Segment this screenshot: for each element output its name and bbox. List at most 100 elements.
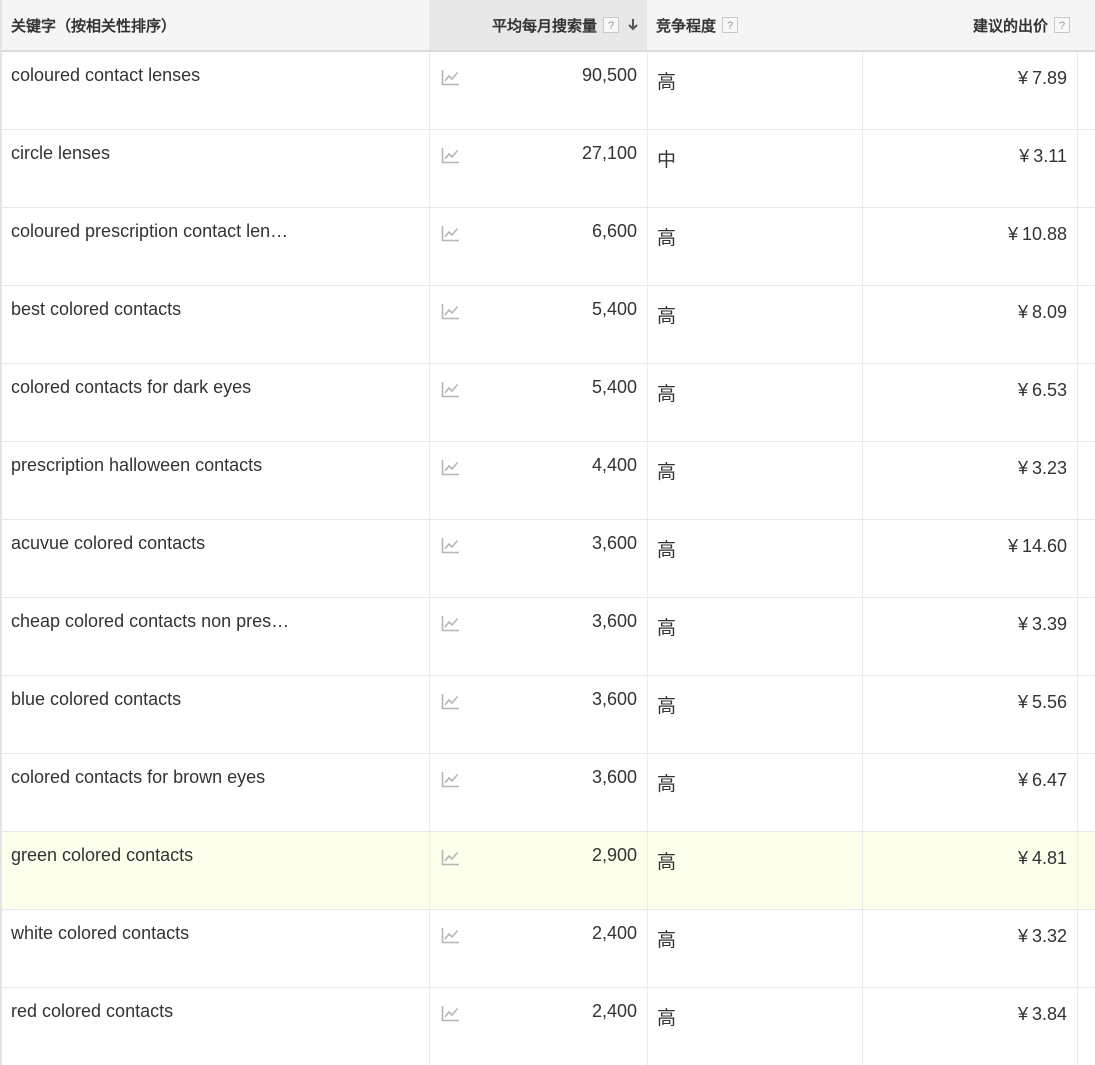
keyword-cell[interactable]: acuvue colored contacts bbox=[2, 520, 429, 597]
keyword-cell[interactable]: red colored contacts bbox=[2, 988, 429, 1065]
bid-cell: ¥4.81 bbox=[862, 832, 1078, 909]
column-header-keyword[interactable]: 关键字（按相关性排序） bbox=[11, 0, 176, 50]
competition-cell: 高 bbox=[647, 286, 862, 363]
search-volume: 2,900 bbox=[591, 845, 637, 865]
column-header-keyword-label: 关键字（按相关性排序） bbox=[11, 17, 177, 35]
bid-cell: ¥3.84 bbox=[862, 988, 1078, 1065]
table-row[interactable]: prescription halloween contacts 4,400 高 … bbox=[2, 442, 1095, 520]
bid-cell: ¥10.88 bbox=[862, 208, 1078, 285]
keyword-cell[interactable]: coloured prescription contact len… bbox=[2, 208, 429, 285]
keyword-cell[interactable]: blue colored contacts bbox=[2, 676, 429, 753]
keyword-text: acuvue colored contacts bbox=[11, 533, 206, 553]
bid-cell: ¥6.47 bbox=[862, 754, 1078, 831]
keyword-ideas-table: 关键字（按相关性排序） 平均每月搜索量 ? 竞争程度 ? 建议的出价 ? col… bbox=[0, 0, 1095, 1065]
competition-cell: 高 bbox=[647, 598, 862, 675]
bid-cell: ¥5.56 bbox=[862, 676, 1078, 753]
line-chart-icon[interactable] bbox=[441, 459, 460, 476]
bid-value: 3.11 bbox=[1033, 146, 1067, 166]
bid-value: 4.81 bbox=[1031, 848, 1067, 868]
volume-cell: 2,400 bbox=[429, 910, 647, 987]
competition-text: 中 bbox=[657, 150, 677, 171]
keyword-cell[interactable]: prescription halloween contacts bbox=[2, 442, 429, 519]
question-mark-icon[interactable]: ? bbox=[722, 17, 739, 33]
table-row[interactable]: circle lenses 27,100 中 ¥3.11 bbox=[2, 130, 1095, 208]
competition-cell: 高 bbox=[647, 442, 862, 519]
competition-text: 高 bbox=[657, 1008, 677, 1029]
keyword-cell[interactable]: cheap colored contacts non pres… bbox=[2, 598, 429, 675]
keyword-cell[interactable]: white colored contacts bbox=[2, 910, 429, 987]
currency-symbol: ¥ bbox=[1017, 68, 1028, 88]
table-row[interactable]: white colored contacts 2,400 高 ¥3.32 bbox=[2, 910, 1095, 988]
column-header-competition-label: 竞争程度 bbox=[656, 17, 717, 35]
competition-text: 高 bbox=[657, 306, 677, 327]
volume-cell: 2,400 bbox=[429, 988, 647, 1065]
currency-symbol: ¥ bbox=[1007, 536, 1018, 556]
keyword-cell[interactable]: colored contacts for brown eyes bbox=[2, 754, 429, 831]
table-row[interactable]: green colored contacts 2,900 高 ¥4.81 bbox=[2, 832, 1095, 910]
table-row[interactable]: colored contacts for brown eyes 3,600 高 … bbox=[2, 754, 1095, 832]
search-volume: 3,600 bbox=[591, 689, 637, 709]
table-row[interactable]: blue colored contacts 3,600 高 ¥5.56 bbox=[2, 676, 1095, 754]
volume-cell: 3,600 bbox=[429, 598, 647, 675]
keyword-cell[interactable]: circle lenses bbox=[2, 130, 429, 207]
bid-cell: ¥14.60 bbox=[862, 520, 1078, 597]
table-row[interactable]: coloured contact lenses 90,500 高 ¥7.89 bbox=[2, 52, 1095, 130]
bid-cell: ¥6.53 bbox=[862, 364, 1078, 441]
keyword-text: circle lenses bbox=[11, 143, 111, 163]
competition-text: 高 bbox=[657, 384, 677, 405]
table-row[interactable]: best colored contacts 5,400 高 ¥8.09 bbox=[2, 286, 1095, 364]
table-row[interactable]: coloured prescription contact len… 6,600… bbox=[2, 208, 1095, 286]
competition-cell: 高 bbox=[647, 208, 862, 285]
question-mark-icon[interactable]: ? bbox=[603, 17, 619, 33]
line-chart-icon[interactable] bbox=[441, 849, 460, 866]
bid-value: 6.47 bbox=[1031, 770, 1067, 790]
line-chart-icon[interactable] bbox=[441, 771, 460, 788]
keyword-cell[interactable]: colored contacts for dark eyes bbox=[2, 364, 429, 441]
table-row[interactable]: cheap colored contacts non pres… 3,600 高… bbox=[2, 598, 1095, 676]
keyword-text: best colored contacts bbox=[11, 299, 182, 319]
bid-value: 8.09 bbox=[1031, 302, 1067, 322]
bid-value: 6.53 bbox=[1031, 380, 1067, 400]
table-row[interactable]: colored contacts for dark eyes 5,400 高 ¥… bbox=[2, 364, 1095, 442]
search-volume: 5,400 bbox=[591, 299, 637, 319]
keyword-text: coloured prescription contact len… bbox=[11, 221, 289, 241]
bid-cell: ¥3.32 bbox=[862, 910, 1078, 987]
line-chart-icon[interactable] bbox=[441, 303, 460, 320]
line-chart-icon[interactable] bbox=[441, 381, 460, 398]
bid-cell: ¥7.89 bbox=[862, 52, 1078, 129]
competition-text: 高 bbox=[657, 852, 677, 873]
column-header-competition[interactable]: 竞争程度 ? bbox=[656, 0, 739, 50]
currency-symbol: ¥ bbox=[1017, 380, 1028, 400]
column-header-bid-label: 建议的出价 bbox=[972, 17, 1048, 35]
competition-cell: 高 bbox=[647, 520, 862, 597]
currency-symbol: ¥ bbox=[1019, 146, 1030, 166]
keyword-cell[interactable]: coloured contact lenses bbox=[2, 52, 429, 129]
line-chart-icon[interactable] bbox=[441, 615, 460, 632]
keyword-text: coloured contact lenses bbox=[11, 65, 201, 85]
line-chart-icon[interactable] bbox=[441, 537, 460, 554]
line-chart-icon[interactable] bbox=[441, 69, 460, 86]
competition-cell: 高 bbox=[647, 676, 862, 753]
keyword-cell[interactable]: green colored contacts bbox=[2, 832, 429, 909]
search-volume: 90,500 bbox=[581, 65, 637, 85]
bid-value: 7.89 bbox=[1031, 68, 1067, 88]
competition-cell: 高 bbox=[647, 832, 862, 909]
question-mark-icon[interactable]: ? bbox=[1054, 17, 1070, 33]
currency-symbol: ¥ bbox=[1017, 458, 1028, 478]
keyword-cell[interactable]: best colored contacts bbox=[2, 286, 429, 363]
line-chart-icon[interactable] bbox=[441, 927, 460, 944]
table-row[interactable]: red colored contacts 2,400 高 ¥3.84 bbox=[2, 988, 1095, 1065]
line-chart-icon[interactable] bbox=[441, 147, 460, 164]
competition-text: 高 bbox=[657, 930, 677, 951]
competition-text: 高 bbox=[657, 774, 677, 795]
line-chart-icon[interactable] bbox=[441, 1005, 460, 1022]
search-volume: 5,400 bbox=[591, 377, 637, 397]
bid-value: 10.88 bbox=[1021, 224, 1067, 244]
line-chart-icon[interactable] bbox=[441, 225, 460, 242]
table-row[interactable]: acuvue colored contacts 3,600 高 ¥14.60 bbox=[2, 520, 1095, 598]
column-header-volume[interactable]: 平均每月搜索量 ? bbox=[429, 0, 647, 50]
keyword-text: cheap colored contacts non pres… bbox=[11, 611, 290, 631]
column-header-bid[interactable]: 建议的出价 ? bbox=[973, 0, 1070, 50]
line-chart-icon[interactable] bbox=[441, 693, 460, 710]
competition-cell: 高 bbox=[647, 364, 862, 441]
